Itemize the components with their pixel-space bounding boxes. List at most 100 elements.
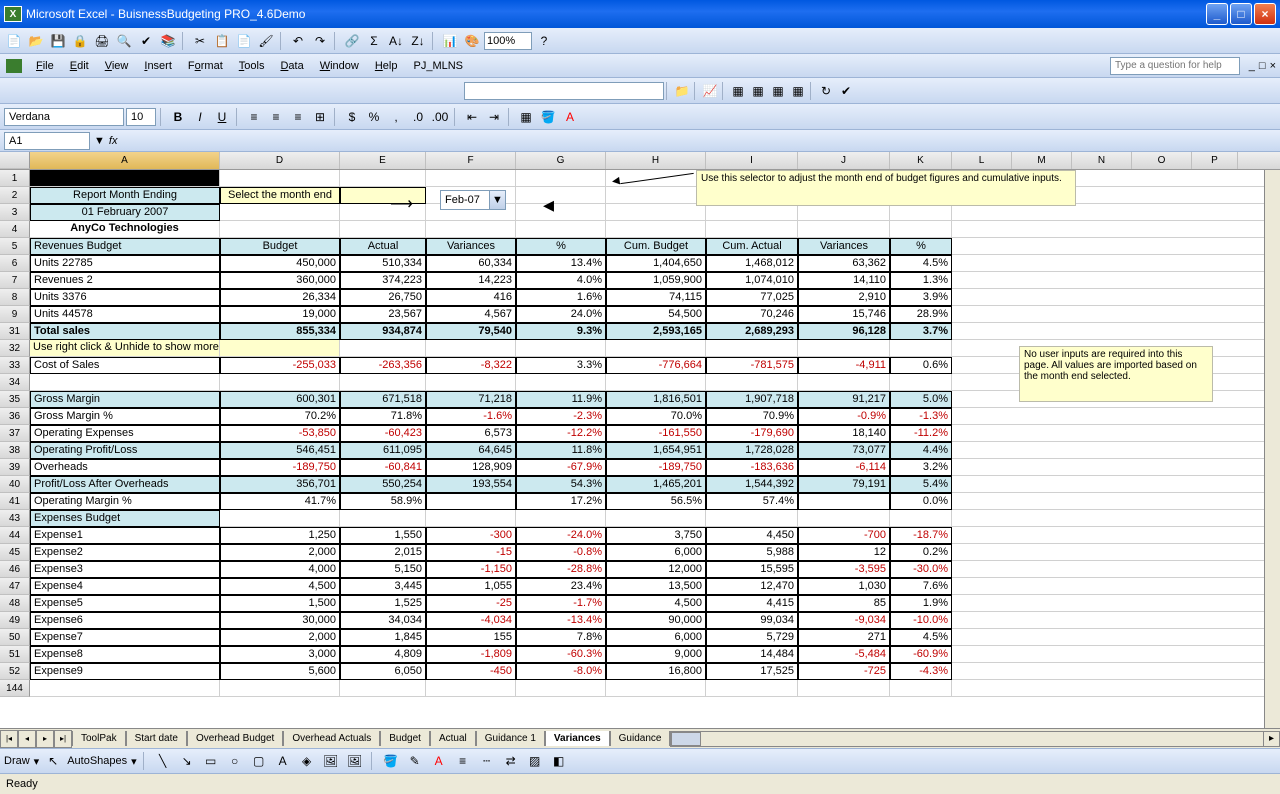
cell[interactable]: -60.9% — [890, 646, 952, 663]
oval-icon[interactable]: ○ — [225, 751, 245, 771]
tb2-border4-icon[interactable]: ▦ — [788, 81, 808, 101]
cell[interactable] — [890, 221, 952, 238]
table-row[interactable]: 301 February 2007 — [0, 204, 1280, 221]
cell[interactable]: -53,850 — [220, 425, 340, 442]
table-row[interactable]: 37Operating Expenses-53,850-60,4236,573-… — [0, 425, 1280, 442]
cell[interactable]: Overheads — [30, 459, 220, 476]
autosum-icon[interactable]: Σ — [364, 31, 384, 51]
shadow-icon[interactable]: ▨ — [525, 751, 545, 771]
cell[interactable]: 2,015 — [340, 544, 426, 561]
cell[interactable]: -28.8% — [516, 561, 606, 578]
cell[interactable]: -60,841 — [340, 459, 426, 476]
cell[interactable]: 19,000 — [220, 306, 340, 323]
sort-desc-icon[interactable]: Z↓ — [408, 31, 428, 51]
cell[interactable] — [952, 544, 1280, 561]
row-header[interactable]: 34 — [0, 374, 30, 391]
zoom-input[interactable] — [484, 32, 532, 50]
undo-icon[interactable]: ↶ — [288, 31, 308, 51]
cell[interactable]: -161,550 — [606, 425, 706, 442]
cell[interactable] — [952, 204, 1280, 221]
cell[interactable]: 15,746 — [798, 306, 890, 323]
cell[interactable]: 90,000 — [606, 612, 706, 629]
cell[interactable]: 550,254 — [340, 476, 426, 493]
table-row[interactable]: 38Operating Profit/Loss546,451611,09564,… — [0, 442, 1280, 459]
cell[interactable] — [890, 680, 952, 697]
redo-icon[interactable]: ↷ — [310, 31, 330, 51]
cell[interactable]: Report Month Ending — [30, 187, 220, 204]
row-header[interactable]: 39 — [0, 459, 30, 476]
cell[interactable]: 12,000 — [606, 561, 706, 578]
row-header[interactable]: 32 — [0, 340, 30, 357]
sheet-tab[interactable]: Overhead Actuals — [283, 731, 380, 746]
cell[interactable]: 60,334 — [426, 255, 516, 272]
cell[interactable] — [516, 374, 606, 391]
cell[interactable] — [606, 374, 706, 391]
row-header[interactable]: 45 — [0, 544, 30, 561]
table-row[interactable]: 52Expense95,6006,050-450-8.0%16,80017,52… — [0, 663, 1280, 680]
cell[interactable]: 4,567 — [426, 306, 516, 323]
doc-restore-icon[interactable]: □ — [1259, 60, 1266, 72]
cell[interactable]: 7.8% — [516, 629, 606, 646]
cell[interactable]: 70.2% — [220, 408, 340, 425]
cell[interactable]: -255,033 — [220, 357, 340, 374]
cell[interactable] — [798, 374, 890, 391]
percent-icon[interactable]: % — [364, 107, 384, 127]
cell[interactable]: 5.4% — [890, 476, 952, 493]
cell[interactable]: -60.3% — [516, 646, 606, 663]
cell[interactable]: Operating Profit/Loss — [30, 442, 220, 459]
menu-window[interactable]: Window — [312, 57, 367, 75]
row-header[interactable]: 51 — [0, 646, 30, 663]
table-row[interactable]: 51Expense83,0004,809-1,809-60.3%9,00014,… — [0, 646, 1280, 663]
row-header[interactable]: 40 — [0, 476, 30, 493]
row-header[interactable]: 4 — [0, 221, 30, 238]
cell[interactable]: -4,911 — [798, 357, 890, 374]
fontsize-input[interactable] — [126, 108, 156, 126]
col-N[interactable]: N — [1072, 152, 1132, 169]
underline-icon[interactable]: U — [212, 107, 232, 127]
rect-icon[interactable]: ▭ — [201, 751, 221, 771]
cell[interactable] — [890, 340, 952, 357]
cell[interactable] — [220, 221, 340, 238]
cell[interactable]: Variances — [426, 238, 516, 255]
row-header[interactable]: 38 — [0, 442, 30, 459]
cell[interactable]: -189,750 — [220, 459, 340, 476]
tb2-border3-icon[interactable]: ▦ — [768, 81, 788, 101]
cell[interactable] — [706, 680, 798, 697]
cell[interactable] — [798, 221, 890, 238]
cell[interactable]: AnyCo Technologies — [30, 221, 220, 238]
row-header[interactable]: 41 — [0, 493, 30, 510]
select-all-corner[interactable] — [0, 152, 30, 169]
cell[interactable] — [220, 680, 340, 697]
cell[interactable] — [606, 204, 706, 221]
spell-icon[interactable]: ✔ — [136, 31, 156, 51]
cell[interactable] — [952, 629, 1280, 646]
table-row[interactable]: 45Expense22,0002,015-15-0.8%6,0005,98812… — [0, 544, 1280, 561]
vertical-scrollbar[interactable] — [1264, 170, 1280, 728]
cell[interactable]: 546,451 — [220, 442, 340, 459]
cell[interactable]: 15,595 — [706, 561, 798, 578]
cell[interactable]: 2,689,293 — [706, 323, 798, 340]
row-header[interactable]: 52 — [0, 663, 30, 680]
table-row[interactable]: 5Revenues BudgetBudgetActualVariances%Cu… — [0, 238, 1280, 255]
cell[interactable]: 510,334 — [340, 255, 426, 272]
row-header[interactable]: 9 — [0, 306, 30, 323]
cell[interactable]: 5.0% — [890, 391, 952, 408]
cell[interactable]: 611,095 — [340, 442, 426, 459]
cell[interactable]: -1,150 — [426, 561, 516, 578]
print-icon[interactable]: 🖨 — [92, 31, 112, 51]
cell[interactable]: Expense5 — [30, 595, 220, 612]
cell[interactable]: Expense8 — [30, 646, 220, 663]
cell[interactable]: 1,465,201 — [606, 476, 706, 493]
cell[interactable]: % — [516, 238, 606, 255]
cell[interactable]: 4,500 — [220, 578, 340, 595]
fillcolor-icon[interactable]: 🪣 — [381, 751, 401, 771]
cell[interactable]: -4,034 — [426, 612, 516, 629]
cell[interactable]: 360,000 — [220, 272, 340, 289]
row-header[interactable]: 8 — [0, 289, 30, 306]
cell[interactable] — [798, 680, 890, 697]
cell[interactable]: 12,470 — [706, 578, 798, 595]
menu-view[interactable]: View — [97, 57, 137, 75]
sheet-tab[interactable]: Variances — [545, 731, 610, 746]
cell[interactable]: 1,250 — [220, 527, 340, 544]
cell[interactable] — [426, 493, 516, 510]
